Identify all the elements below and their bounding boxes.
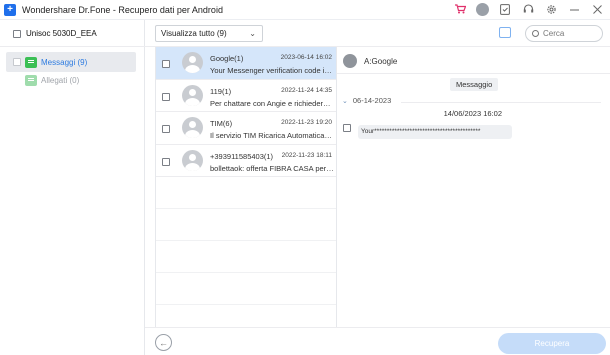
contact-avatar-icon [182,149,203,171]
minimize-icon[interactable] [567,2,581,16]
contact-avatar-icon [182,84,203,106]
chevron-down-icon: ⌄ [342,97,348,105]
contact-avatar-icon [343,54,357,68]
empty-list-row [156,273,336,305]
message-checkbox[interactable] [162,125,170,133]
search-input[interactable] [543,29,599,38]
dr-fone-logo-icon: + [4,3,16,16]
message-checkbox[interactable] [162,60,170,68]
message-type-label: Messaggio [450,78,499,91]
message-sender: TIM(6) [210,119,233,128]
attachment-icon [25,74,37,86]
date-group-toggle[interactable]: ⌄ 06-14-2023 [342,96,391,105]
message-checkbox[interactable] [162,92,170,101]
message-row[interactable]: Google(1) 2023-06-14 16:02 Your Messenge… [156,47,336,80]
view-filter-dropdown[interactable]: Visualizza tutto (9) ⌄ [155,25,263,42]
back-button[interactable]: ← [155,334,172,351]
message-detail-pane: A:Google Messaggio ⌄ 06-14-2023 14/06/20… [337,47,610,327]
message-icon [25,56,37,68]
message-date: 2022-11-23 18:11 [281,151,332,159]
contact-avatar-icon [182,52,203,73]
messages-checkbox[interactable] [13,58,21,66]
message-preview: Il servizio TIM Ricarica Automatica è st… [210,131,334,140]
message-row[interactable]: +393911585403(1) 2022-11-23 18:11 bollet… [156,145,336,177]
device-row[interactable]: Unisoc 5030D_EEA [13,29,97,38]
empty-list-row [156,241,336,273]
message-sender: +393911585403(1) [210,151,274,161]
message-preview: Your Messenger verification code is G-12… [210,66,334,75]
empty-list-row [156,177,336,209]
window-title: Wondershare Dr.Fone - Recupero dati per … [22,4,223,15]
message-date: 2022-11-23 19:20 [281,119,332,126]
message-row[interactable]: TIM(6) 2022-11-23 19:20 Il servizio TIM … [156,112,336,145]
detail-contact-name: A:Google [364,57,398,66]
device-name: Unisoc 5030D_EEA [26,29,97,38]
sidebar-item-attachments[interactable]: Allegati (0) [6,70,136,90]
print-icon[interactable] [499,27,511,38]
search-icon [532,30,539,37]
message-checkbox[interactable] [162,157,170,166]
arrow-left-icon: ← [159,337,168,348]
avatar[interactable] [476,2,489,16]
message-sender: Google(1) [210,54,244,63]
message-date: 2023-06-14 16:02 [280,54,332,61]
feedback-icon[interactable] [498,2,512,16]
message-row[interactable]: 119(1) 2022-11-24 14:35 Per chattare con… [156,80,336,112]
sidebar-item-label: Messaggi (9) [41,57,88,67]
sidebar-item-messages[interactable]: Messaggi (9) [6,52,136,72]
close-icon[interactable] [590,2,604,16]
message-select-checkbox[interactable] [343,124,351,132]
sidebar-divider [0,46,145,47]
date-group-label: 06-14-2023 [352,96,392,105]
title-bar: + Wondershare Dr.Fone - Recupero dati pe… [0,0,610,20]
chevron-down-icon: ⌄ [249,29,256,38]
view-filter-value: Visualizza tutto (9) [161,29,227,38]
recover-button[interactable]: Recupera [498,333,606,354]
device-checkbox[interactable] [13,29,21,38]
message-list: Google(1) 2023-06-14 16:02 Your Messenge… [155,47,337,327]
detail-header: A:Google [337,47,610,74]
message-sender: 119(1) [210,86,232,96]
message-bubble: Your************************************… [358,125,512,139]
cart-icon[interactable] [453,2,467,16]
date-divider [401,102,601,103]
title-bar-actions [453,2,604,16]
message-preview: bollettaok: offerta FIBRA CASA per il tu… [210,163,334,173]
settings-gear-icon[interactable] [544,2,558,16]
toolbar: Visualizza tutto (9) ⌄ [145,20,610,47]
message-timestamp: 14/06/2023 16:02 [443,109,502,118]
footer-bar: ← Recupera [145,327,610,355]
sidebar: Unisoc 5030D_EEA Messaggi (9) Allegati (… [0,20,145,355]
message-preview: Per chattare con Angie e richiedere assi… [210,98,334,108]
empty-list-row [156,209,336,241]
search-box[interactable] [525,25,603,42]
sidebar-item-label: Allegati (0) [41,75,80,85]
support-headset-icon[interactable] [521,2,535,16]
message-date: 2022-11-24 14:35 [281,86,332,94]
contact-avatar-icon [182,117,203,138]
